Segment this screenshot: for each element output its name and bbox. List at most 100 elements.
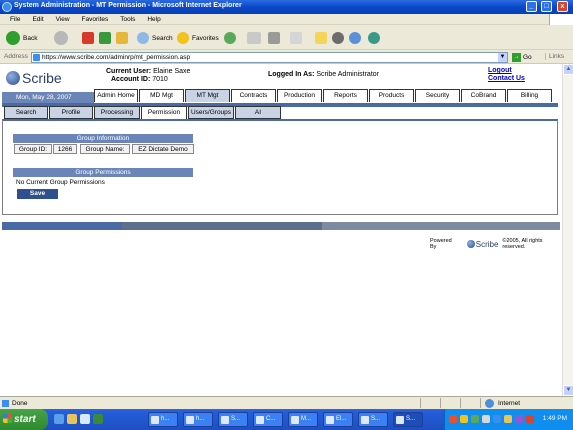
tab-admin-home[interactable]: Admin Home <box>94 89 138 102</box>
messenger-button[interactable] <box>332 30 347 46</box>
edit-button[interactable] <box>290 30 302 46</box>
subtab-ai[interactable]: AI <box>235 106 281 119</box>
home-button[interactable] <box>116 30 128 46</box>
taskbar-clock: 1:49 PM <box>542 415 567 422</box>
taskbar-item-label: h... <box>196 416 205 422</box>
forward-button[interactable] <box>54 30 71 46</box>
scroll-up-icon[interactable]: ▲ <box>563 64 573 75</box>
logout-link[interactable]: Logout <box>488 67 525 75</box>
menu-favorites[interactable]: Favorites <box>82 14 109 25</box>
contact-us-link[interactable]: Contact Us <box>488 75 525 83</box>
taskbar-item[interactable]: M... <box>288 412 318 427</box>
refresh-button[interactable] <box>99 30 111 46</box>
tab-cobrand[interactable]: CoBrand <box>461 89 506 102</box>
discuss-button[interactable] <box>368 30 383 46</box>
tray-icon[interactable] <box>449 415 457 423</box>
research-button[interactable] <box>349 30 364 46</box>
mail-button[interactable] <box>247 30 261 46</box>
tray-icon[interactable] <box>482 415 490 423</box>
taskbar-item[interactable]: h... <box>148 412 178 427</box>
tab-md-mgt[interactable]: MD Mgt <box>139 89 184 102</box>
go-arrow-icon: → <box>512 53 521 62</box>
taskbar-item[interactable]: S... <box>218 412 248 427</box>
tray-icon[interactable] <box>471 415 479 423</box>
taskbar-item[interactable]: S... <box>358 412 388 427</box>
copyright-text: ©2005, All rights reserved. <box>502 238 543 250</box>
windows-flag-icon <box>549 14 573 25</box>
menu-view[interactable]: View <box>56 14 70 25</box>
tab-reports[interactable]: Reports <box>323 89 368 102</box>
tab-contracts[interactable]: Contracts <box>231 89 276 102</box>
tray-icon[interactable] <box>460 415 468 423</box>
tab-billing[interactable]: Billing <box>507 89 552 102</box>
quicklaunch-app-icon[interactable] <box>93 414 103 424</box>
taskbar-item[interactable]: El... <box>323 412 353 427</box>
powered-by-label: Powered By <box>430 238 452 250</box>
zone-label: Internet <box>498 400 521 407</box>
menu-file[interactable]: File <box>10 14 20 25</box>
group-name-value: EZ Dictate Demo <box>132 144 194 154</box>
refresh-icon <box>99 32 111 44</box>
taskbar-item-label: S... <box>231 416 241 422</box>
taskbar-item-label: h... <box>161 416 170 422</box>
subtab-permission[interactable]: Permission <box>141 106 187 119</box>
logged-in-as: Logged In As: Scribe Administrator <box>268 71 379 78</box>
group-info-heading: Group Information <box>13 134 193 143</box>
menu-help[interactable]: Help <box>147 14 160 25</box>
start-button[interactable]: start <box>0 409 48 430</box>
taskbar-item[interactable]: C... <box>253 412 283 427</box>
quicklaunch-desktop-icon[interactable] <box>80 414 90 424</box>
user-info: Current User: Elaine Saxe Account ID: 70… <box>106 68 190 84</box>
favorites-button[interactable]: Favorites <box>177 30 219 46</box>
tab-mt-mgt[interactable]: MT Mgt <box>185 89 230 102</box>
stop-button[interactable] <box>82 30 94 46</box>
subtab-users-groups[interactable]: Users/Groups <box>188 106 234 119</box>
address-input[interactable]: https://www.scribe.com/adminrp/mt_permis… <box>31 52 508 63</box>
history-button[interactable] <box>224 30 239 46</box>
vertical-scrollbar[interactable]: ▲ ▼ <box>562 64 573 396</box>
quicklaunch-ie-icon[interactable] <box>54 414 64 424</box>
save-button[interactable]: Save <box>17 189 58 199</box>
subtab-processing[interactable]: Processing <box>94 106 140 119</box>
address-bar: Address https://www.scribe.com/adminrp/m… <box>0 50 573 64</box>
scroll-down-icon[interactable]: ▼ <box>563 385 573 396</box>
discuss-icon <box>368 32 380 44</box>
tray-icon[interactable] <box>515 415 523 423</box>
print-icon <box>268 32 280 44</box>
group-permissions-heading: Group Permissions <box>13 168 193 177</box>
address-dropdown-icon[interactable]: ▼ <box>498 53 507 62</box>
back-arrow-icon <box>6 31 20 45</box>
scribe-footer-logo-icon <box>467 240 475 248</box>
start-label: start <box>14 414 36 425</box>
taskbar-item[interactable]: h... <box>183 412 213 427</box>
tray-icon[interactable] <box>526 415 534 423</box>
group-id-value: 1266 <box>53 144 77 154</box>
subtab-profile[interactable]: Profile <box>49 106 93 119</box>
back-button[interactable]: Back <box>6 30 37 46</box>
links-button[interactable]: Links <box>545 53 564 60</box>
close-button[interactable]: x <box>557 1 568 12</box>
search-button[interactable]: Search <box>137 30 173 46</box>
page-content: Scribe Current User: Elaine Saxe Account… <box>0 64 562 396</box>
main-tabs: Admin Home MD Mgt MT Mgt Contracts Produ… <box>94 89 553 102</box>
tray-icon[interactable] <box>504 415 512 423</box>
minimize-button[interactable]: _ <box>526 1 537 12</box>
print-button[interactable] <box>268 30 280 46</box>
menu-edit[interactable]: Edit <box>32 14 43 25</box>
menu-tools[interactable]: Tools <box>120 14 135 25</box>
research-icon <box>349 32 361 44</box>
back-label: Back <box>23 34 38 42</box>
home-icon <box>116 32 128 44</box>
current-user-value: Elaine Saxe <box>153 68 191 75</box>
maximize-button[interactable]: □ <box>541 1 552 12</box>
tray-icon[interactable] <box>493 415 501 423</box>
subtab-search[interactable]: Search <box>4 106 48 119</box>
taskbar-item-active[interactable]: S... <box>393 412 423 427</box>
go-button[interactable]: → Go <box>512 53 532 62</box>
tab-security[interactable]: Security <box>415 89 460 102</box>
tab-products[interactable]: Products <box>369 89 414 102</box>
quicklaunch-folder-icon[interactable] <box>67 414 77 424</box>
window-title: System Administration - MT Permission - … <box>14 2 242 9</box>
folder-button[interactable] <box>315 30 327 46</box>
tab-production[interactable]: Production <box>277 89 322 102</box>
